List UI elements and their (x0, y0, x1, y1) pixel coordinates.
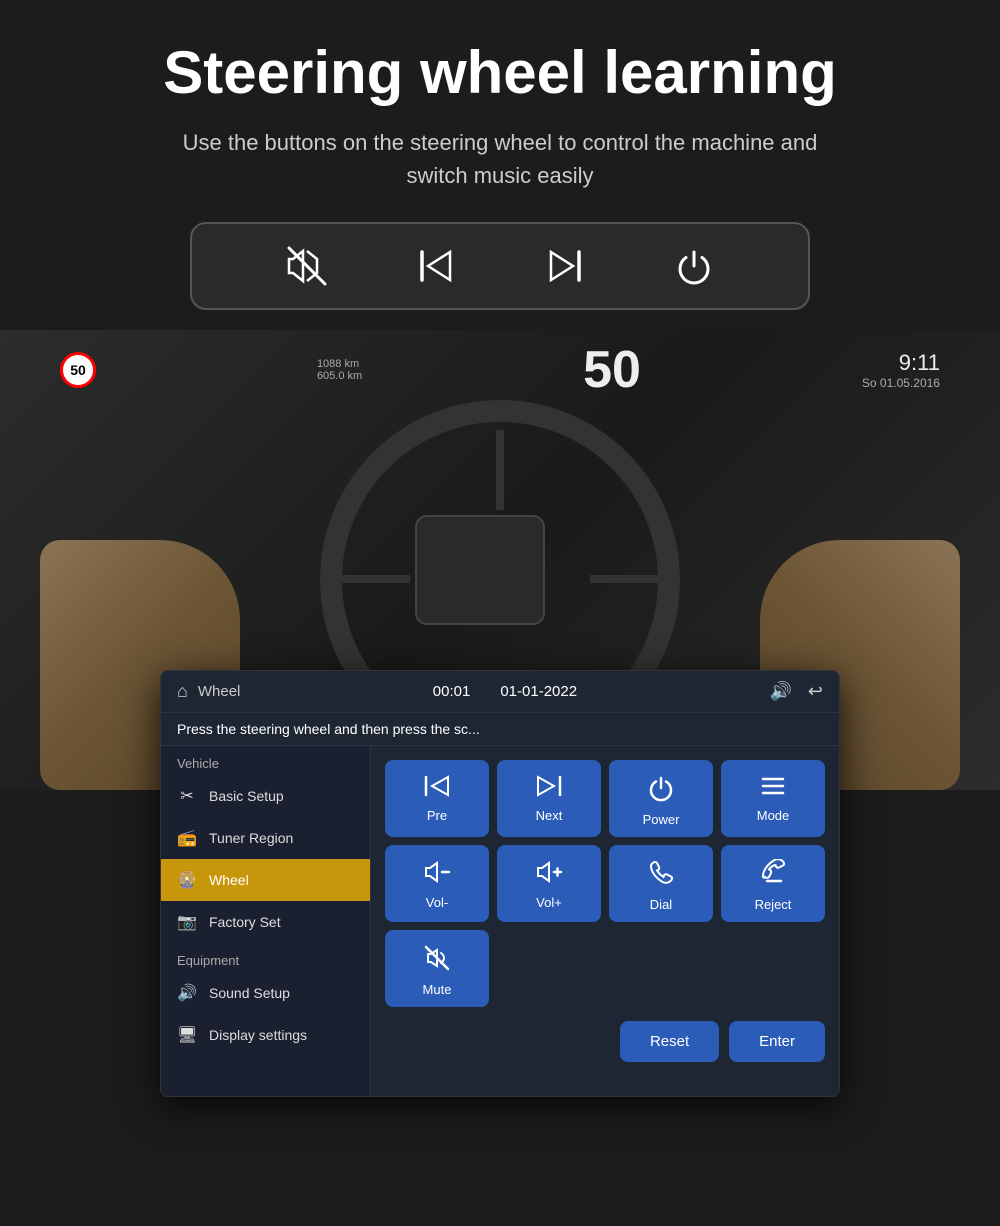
display-icon: 🖥 (177, 1025, 197, 1045)
mode-button[interactable]: Mode (721, 760, 825, 837)
next-track-icon (543, 244, 587, 288)
vehicle-group-label: Vehicle (161, 746, 370, 775)
next-icon (535, 774, 563, 802)
power-button[interactable]: Power (609, 760, 713, 837)
reject-icon (759, 859, 787, 891)
sidebar-item-display-settings[interactable]: 🖥 Display settings (161, 1014, 370, 1056)
sidebar-label-factory-set: Factory Set (209, 914, 281, 930)
sound-icon: 🔊 (177, 983, 197, 1003)
icon-bar (190, 222, 810, 310)
factory-icon: 📷 (177, 912, 197, 932)
page-subtitle: Use the buttons on the steering wheel to… (150, 126, 850, 192)
panel-main: Pre Next (371, 746, 839, 1096)
header-section: Steering wheel learning Use the buttons … (0, 0, 1000, 330)
mode-label: Mode (757, 808, 790, 823)
back-icon: ↩ (808, 681, 823, 702)
instruction-text: Press the steering wheel and then press … (177, 721, 480, 737)
vol-up-button[interactable]: Vol+ (497, 845, 601, 922)
sidebar-item-tuner-region[interactable]: 📻 Tuner Region (161, 817, 370, 859)
reject-label: Reject (755, 897, 792, 912)
main-container: Steering wheel learning Use the buttons … (0, 0, 1000, 1226)
sidebar-label-tuner-region: Tuner Region (209, 830, 293, 846)
sidebar-item-factory-set[interactable]: 📷 Factory Set (161, 901, 370, 943)
vol-down-label: Vol- (426, 895, 448, 910)
control-row-1: Pre Next (385, 760, 825, 837)
panel-header-left: ⌂ Wheel (177, 681, 240, 702)
enter-button[interactable]: Enter (729, 1021, 825, 1062)
speed-limit-sign: 50 (60, 352, 96, 388)
vol-down-icon (422, 859, 452, 889)
mode-icon (759, 774, 787, 802)
dial-button[interactable]: Dial (609, 845, 713, 922)
panel-header-center: 00:01 01-01-2022 (433, 683, 577, 700)
page-title: Steering wheel learning (40, 40, 960, 106)
panel-title: Wheel (198, 683, 241, 700)
control-row-3: Mute (385, 930, 825, 1007)
reset-button[interactable]: Reset (620, 1021, 719, 1062)
power-label: Power (643, 812, 680, 827)
mute-icon (423, 944, 451, 976)
radio-icon: 📻 (177, 828, 197, 848)
vol-up-label: Vol+ (536, 895, 562, 910)
equipment-group-label: Equipment (161, 943, 370, 972)
dial-label: Dial (650, 897, 672, 912)
sidebar-item-sound-setup[interactable]: 🔊 Sound Setup (161, 972, 370, 1014)
reject-button[interactable]: Reject (721, 845, 825, 922)
ui-panel: ⌂ Wheel 00:01 01-01-2022 🔊 ↩ Press the s… (160, 670, 840, 1097)
sidebar-label-sound-setup: Sound Setup (209, 985, 290, 1001)
power-icon (672, 244, 716, 288)
panel-header-right: 🔊 ↩ (769, 681, 823, 702)
dial-icon (647, 859, 675, 891)
vol-up-icon (534, 859, 564, 889)
sidebar-item-basic-setup[interactable]: ✂ Basic Setup (161, 775, 370, 817)
pre-icon (423, 774, 451, 802)
next-label: Next (536, 808, 563, 823)
trip-info: 1088 km 605.0 km (317, 358, 362, 382)
next-button[interactable]: Next (497, 760, 601, 837)
time-display: 9:11 So 01.05.2016 (862, 350, 940, 390)
pre-label: Pre (427, 808, 447, 823)
sidebar-label-basic-setup: Basic Setup (209, 788, 284, 804)
volume-icon: 🔊 (769, 681, 791, 702)
mute-off-icon (285, 244, 329, 288)
wheel-icon: 🎡 (177, 870, 197, 890)
vol-down-button[interactable]: Vol- (385, 845, 489, 922)
control-row-2: Vol- Vol+ (385, 845, 825, 922)
instruction-bar: Press the steering wheel and then press … (161, 713, 839, 746)
sidebar-label-wheel: Wheel (209, 872, 249, 888)
sidebar-label-display-settings: Display settings (209, 1027, 307, 1043)
prev-track-icon (414, 244, 458, 288)
power-btn-icon (647, 774, 675, 806)
panel-date: 01-01-2022 (500, 683, 577, 700)
mute-label: Mute (423, 982, 452, 997)
sidebar-item-wheel[interactable]: 🎡 Wheel (161, 859, 370, 901)
panel-time: 00:01 (433, 683, 471, 700)
wrench-icon: ✂ (177, 786, 197, 806)
bottom-buttons: Reset Enter (385, 1021, 825, 1062)
home-icon: ⌂ (177, 681, 188, 702)
panel-body: Vehicle ✂ Basic Setup 📻 Tuner Region 🎡 W… (161, 746, 839, 1096)
mute-button[interactable]: Mute (385, 930, 489, 1007)
panel-sidebar: Vehicle ✂ Basic Setup 📻 Tuner Region 🎡 W… (161, 746, 371, 1096)
pre-button[interactable]: Pre (385, 760, 489, 837)
panel-header: ⌂ Wheel 00:01 01-01-2022 🔊 ↩ (161, 671, 839, 713)
